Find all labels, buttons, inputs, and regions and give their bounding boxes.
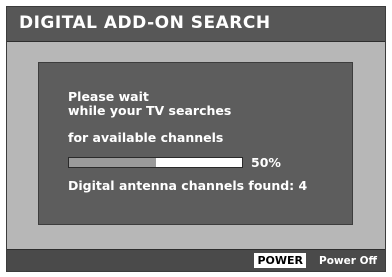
search-progress-percent: 50%	[251, 155, 281, 170]
search-progress-fill	[69, 158, 156, 167]
power-key-badge[interactable]: POWER	[254, 253, 306, 268]
search-progress-bar	[68, 157, 243, 168]
wait-message-line-1: Please wait	[68, 89, 149, 104]
wait-message-line-2: while your TV searches	[68, 103, 232, 118]
wait-message-line-3: for available channels	[68, 130, 224, 145]
footer-bar: POWER Power Off	[7, 249, 385, 271]
title-bar: DIGITAL ADD-ON SEARCH	[7, 7, 385, 42]
page-title: DIGITAL ADD-ON SEARCH	[19, 13, 271, 33]
power-off-label: Power Off	[319, 255, 377, 267]
tv-screen: DIGITAL ADD-ON SEARCH Please wait while …	[6, 6, 386, 272]
search-progress-panel: Please wait while your TV searches for a…	[38, 62, 353, 225]
channels-found-text: Digital antenna channels found: 4	[68, 178, 308, 193]
